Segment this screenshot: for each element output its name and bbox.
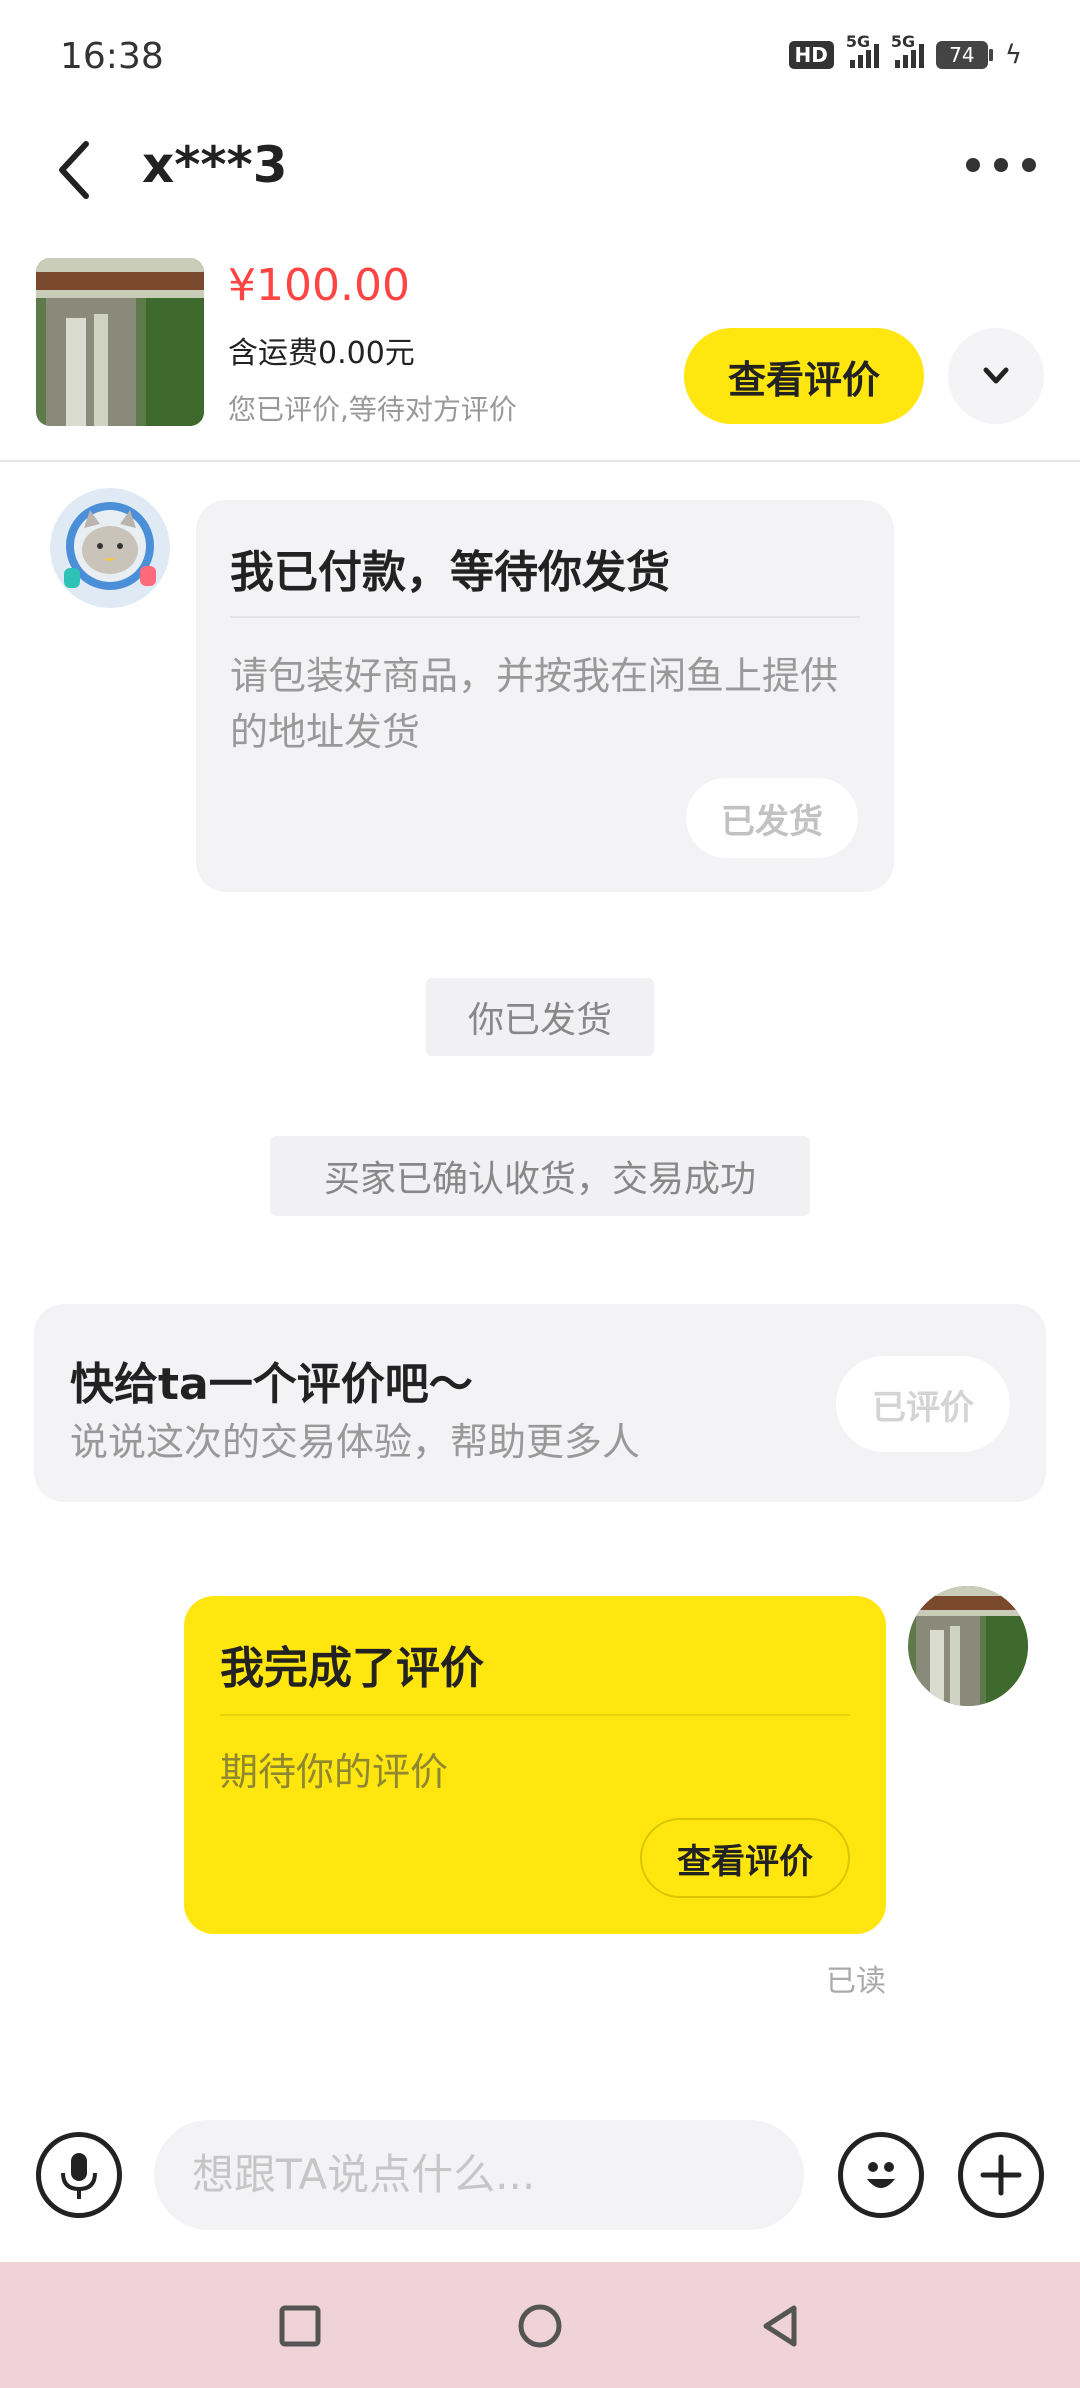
signal-label-2: 5G bbox=[890, 32, 916, 51]
more-dot-icon bbox=[966, 158, 980, 172]
circle-icon bbox=[518, 2304, 562, 2348]
back-nav-button[interactable] bbox=[748, 2294, 812, 2358]
card-body: 请包装好商品，并按我在闲鱼上提供的地址发货 bbox=[230, 654, 839, 754]
status-icons: HD 5G 5G 74 ϟ bbox=[788, 32, 1022, 70]
card-title: 我完成了评价 bbox=[220, 1643, 484, 1694]
card-divider bbox=[230, 616, 860, 618]
smiley-icon bbox=[867, 2162, 895, 2188]
more-dot-icon bbox=[994, 158, 1008, 172]
card-title: 我已付款，等待你发货 bbox=[230, 547, 670, 598]
emoji-button[interactable] bbox=[838, 2132, 924, 2218]
notice-trade-completed: 买家已确认收货，交易成功 bbox=[270, 1136, 810, 1216]
signal-icon: 5G bbox=[846, 32, 879, 68]
signal-label: 5G bbox=[845, 32, 871, 51]
read-receipt: 已读 bbox=[826, 1964, 886, 1999]
battery-level: 74 bbox=[935, 41, 988, 69]
buyer-avatar[interactable] bbox=[50, 488, 170, 608]
shipping-fee: 含运费0.00元 bbox=[228, 336, 415, 371]
hd-icon: HD bbox=[788, 41, 834, 69]
battery-icon: 74 bbox=[935, 41, 993, 69]
input-bar: 想跟TA说点什么... bbox=[0, 2100, 1080, 2260]
more-options-button[interactable] bbox=[966, 140, 1036, 190]
view-review-button[interactable]: 查看评价 bbox=[684, 328, 924, 424]
signal-icon-2: 5G bbox=[891, 32, 924, 68]
charging-icon: ϟ bbox=[1004, 40, 1022, 70]
rating-prompt-title: 快给ta一个评价吧～ bbox=[70, 1359, 473, 1410]
status-time: 16:38 bbox=[60, 36, 164, 77]
notice-shipped: 你已发货 bbox=[426, 978, 654, 1056]
my-avatar[interactable] bbox=[908, 1586, 1028, 1706]
plus-icon bbox=[980, 2154, 1022, 2196]
shipped-button[interactable]: 已发货 bbox=[686, 778, 858, 858]
chevron-down-icon bbox=[983, 367, 1009, 384]
message-input[interactable]: 想跟TA说点什么... bbox=[154, 2120, 804, 2230]
cat-astronaut-icon bbox=[50, 488, 170, 608]
waterfall-photo-icon bbox=[908, 1586, 1028, 1706]
status-bar: 16:38 HD 5G 5G 74 ϟ bbox=[0, 0, 1080, 110]
recents-button[interactable] bbox=[268, 2294, 332, 2358]
back-arrow-icon bbox=[59, 141, 89, 199]
view-review-card-button[interactable]: 查看评价 bbox=[640, 1818, 850, 1898]
more-dot-icon bbox=[1022, 158, 1036, 172]
home-button[interactable] bbox=[508, 2294, 572, 2358]
rating-prompt-subtitle: 说说这次的交易体验，帮助更多人 bbox=[70, 1420, 641, 1464]
buyer-payment-card: 我已付款，等待你发货 请包装好商品，并按我在闲鱼上提供的地址发货 已发货 bbox=[196, 500, 894, 892]
chat-title: x***3 bbox=[142, 136, 288, 194]
waterfall-photo-icon bbox=[36, 258, 204, 426]
add-button[interactable] bbox=[958, 2132, 1044, 2218]
review-status: 您已评价,等待对方评价 bbox=[228, 393, 517, 426]
my-review-card: 我完成了评价 期待你的评价 查看评价 bbox=[184, 1596, 886, 1934]
product-bar: ¥100.00 含运费0.00元 您已评价,等待对方评价 查看评价 bbox=[0, 250, 1080, 462]
product-thumbnail[interactable] bbox=[36, 258, 204, 426]
expand-button[interactable] bbox=[948, 328, 1044, 424]
product-price: ¥100.00 bbox=[228, 260, 410, 311]
triangle-back-icon bbox=[763, 2305, 797, 2347]
card-divider bbox=[220, 1714, 850, 1716]
chat-header: x***3 bbox=[0, 110, 1080, 250]
microphone-icon bbox=[61, 2153, 97, 2199]
rating-prompt-card: 快给ta一个评价吧～ 说说这次的交易体验，帮助更多人 已评价 bbox=[34, 1304, 1046, 1502]
square-icon bbox=[279, 2305, 321, 2347]
back-button[interactable] bbox=[50, 130, 110, 210]
voice-button[interactable] bbox=[36, 2132, 122, 2218]
rated-button[interactable]: 已评价 bbox=[836, 1356, 1010, 1452]
card-body: 期待你的评价 bbox=[220, 1750, 449, 1794]
system-nav-bar bbox=[0, 2262, 1080, 2388]
